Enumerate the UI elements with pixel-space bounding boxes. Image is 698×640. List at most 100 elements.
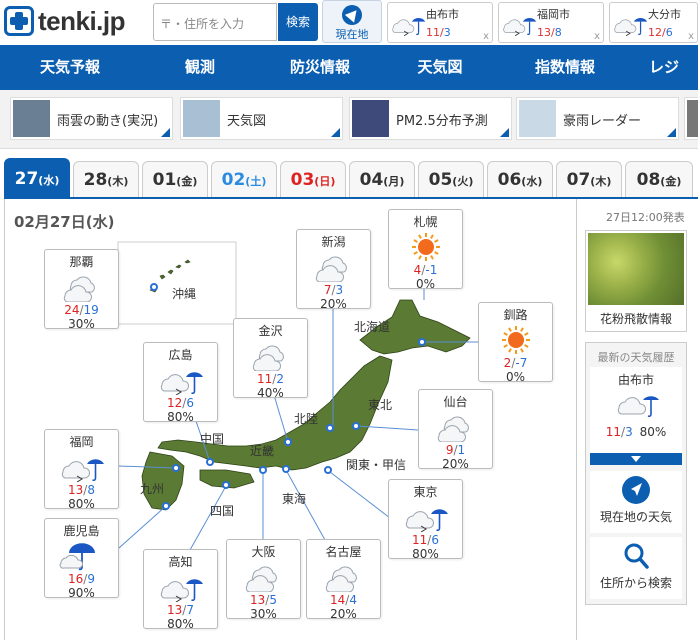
- region-label[interactable]: 近畿: [250, 442, 274, 459]
- city-pin-icon: [259, 466, 267, 474]
- low-temp: 7: [186, 603, 194, 617]
- city-forecast-card[interactable]: 金沢 11/2 40%: [233, 318, 308, 400]
- city-pin-icon: [162, 502, 170, 510]
- region-label[interactable]: 沖縄: [172, 285, 196, 302]
- city-forecast-card[interactable]: 新潟 7/3 20%: [296, 229, 371, 311]
- city-forecast-card[interactable]: 釧路 2/-7 0%: [478, 302, 553, 384]
- city-forecast-card[interactable]: 福岡 13/8 80%: [44, 429, 119, 511]
- region-label[interactable]: 東北: [368, 396, 392, 413]
- high-temp: 13: [250, 593, 266, 607]
- city-pin-icon: [284, 438, 292, 446]
- weather-history-panel: 最新の天気履歴 由布市 11/3 80% 現在地の天気 住所から検索: [585, 342, 687, 605]
- city-name: 福岡: [69, 435, 94, 449]
- cloudy-icon: [252, 345, 284, 372]
- precip-probability: 20%: [442, 457, 469, 471]
- cloudy-then-rain-icon: [160, 579, 203, 603]
- current-location-weather-button[interactable]: 現在地の天気: [590, 471, 682, 533]
- history-high: 11: [605, 425, 622, 439]
- city-pin-icon: [326, 424, 334, 432]
- city-temp: 7/3: [323, 283, 344, 297]
- cloudy-icon: [245, 566, 277, 593]
- region-label[interactable]: 東海: [282, 490, 306, 507]
- weather-icon: [45, 541, 118, 571]
- region-label[interactable]: 北海道: [354, 318, 390, 335]
- high-temp: 24: [64, 303, 80, 317]
- precip-probability: 90%: [68, 586, 95, 600]
- sunny-icon: [411, 233, 440, 261]
- okinawa-inset: [117, 241, 237, 325]
- city-forecast-card[interactable]: 東京 11/6 80%: [388, 479, 463, 561]
- city-pin-icon: [324, 466, 332, 474]
- cloudy-icon: [325, 566, 357, 593]
- region-label[interactable]: 中国: [200, 430, 224, 447]
- city-forecast-card[interactable]: 高知 13/7 80%: [143, 549, 218, 631]
- city-temp: 13/8: [68, 483, 95, 497]
- city-pin-icon: [352, 422, 360, 430]
- low-temp: 19: [83, 303, 99, 317]
- search-by-address-button[interactable]: 住所から検索: [590, 537, 682, 599]
- city-temp: 13/5: [250, 593, 277, 607]
- city-pin-icon: [172, 464, 180, 472]
- precip-probability: 40%: [257, 386, 284, 400]
- precip-probability: 80%: [167, 410, 194, 424]
- low-temp: 1: [457, 443, 466, 457]
- city-name: 新潟: [321, 235, 346, 249]
- precip-probability: 0%: [415, 277, 436, 291]
- low-temp: 2: [276, 372, 284, 386]
- region-label[interactable]: 北陸: [294, 410, 318, 427]
- high-temp: 13: [167, 603, 183, 617]
- history-expand-button[interactable]: [590, 453, 682, 465]
- cloudy-then-rain-icon: [617, 396, 659, 418]
- cloudy-icon: [437, 416, 469, 443]
- low-temp: 4: [349, 593, 357, 607]
- city-pin-icon: [150, 283, 158, 291]
- region-label[interactable]: 関東・甲信: [346, 456, 406, 473]
- city-forecast-card[interactable]: 大阪 13/5 30%: [226, 539, 301, 621]
- history-pop: 80%: [639, 425, 667, 439]
- cloudy-then-rain-icon: [405, 509, 448, 533]
- precip-probability: 30%: [68, 317, 95, 331]
- city-forecast-card[interactable]: 鹿児島 16/9 90%: [44, 518, 119, 600]
- city-forecast-card[interactable]: 那覇 24/19 30%: [44, 249, 119, 331]
- precip-probability: 0%: [505, 370, 526, 384]
- city-temp: 11/6: [412, 533, 439, 547]
- city-name: 金沢: [258, 324, 283, 338]
- location-arrow-icon: [622, 476, 650, 504]
- city-forecast-card[interactable]: 名古屋 14/4 20%: [306, 539, 381, 621]
- weather-icon: [307, 562, 380, 593]
- city-name: 仙台: [443, 395, 468, 409]
- city-forecast-card[interactable]: 広島 12/6 80%: [143, 342, 218, 424]
- city-temp: 14/4: [330, 593, 357, 607]
- precip-probability: 80%: [167, 617, 194, 631]
- sunny-icon: [501, 326, 530, 354]
- low-temp: -1: [425, 263, 438, 277]
- history-city-card[interactable]: 由布市 11/3 80%: [590, 367, 682, 453]
- city-temp: 13/7: [167, 603, 194, 617]
- city-forecast-card[interactable]: 札幌 4/-1 0%: [388, 209, 463, 291]
- weather-icon: [234, 341, 307, 372]
- weather-icon: [479, 325, 552, 355]
- precip-probability: 20%: [330, 607, 357, 621]
- cloudy-then-rain-icon: [160, 372, 203, 396]
- high-temp: 11: [257, 372, 273, 386]
- low-temp: 5: [269, 593, 277, 607]
- rain-icon: [59, 543, 95, 571]
- city-pin-icon: [206, 458, 214, 466]
- city-name: 鹿児島: [63, 524, 100, 538]
- weather-icon: [45, 452, 118, 483]
- city-forecast-card[interactable]: 仙台 9/1 20%: [418, 389, 493, 471]
- low-temp: 3: [335, 283, 344, 297]
- precip-probability: 20%: [320, 297, 347, 311]
- city-name: 東京: [413, 485, 438, 499]
- region-label[interactable]: 九州: [140, 480, 164, 497]
- city-name: 名古屋: [325, 545, 362, 559]
- high-temp: 12: [167, 396, 183, 410]
- pollen-info-card[interactable]: 花粉飛散情報: [585, 230, 687, 332]
- weather-icon: [227, 562, 300, 593]
- history-low: 3: [625, 425, 633, 439]
- city-name: 釧路: [503, 308, 528, 322]
- weather-icon: [389, 232, 462, 262]
- city-name: 大阪: [251, 545, 276, 559]
- region-label[interactable]: 四国: [210, 502, 234, 519]
- city-temp: 11/2: [257, 372, 284, 386]
